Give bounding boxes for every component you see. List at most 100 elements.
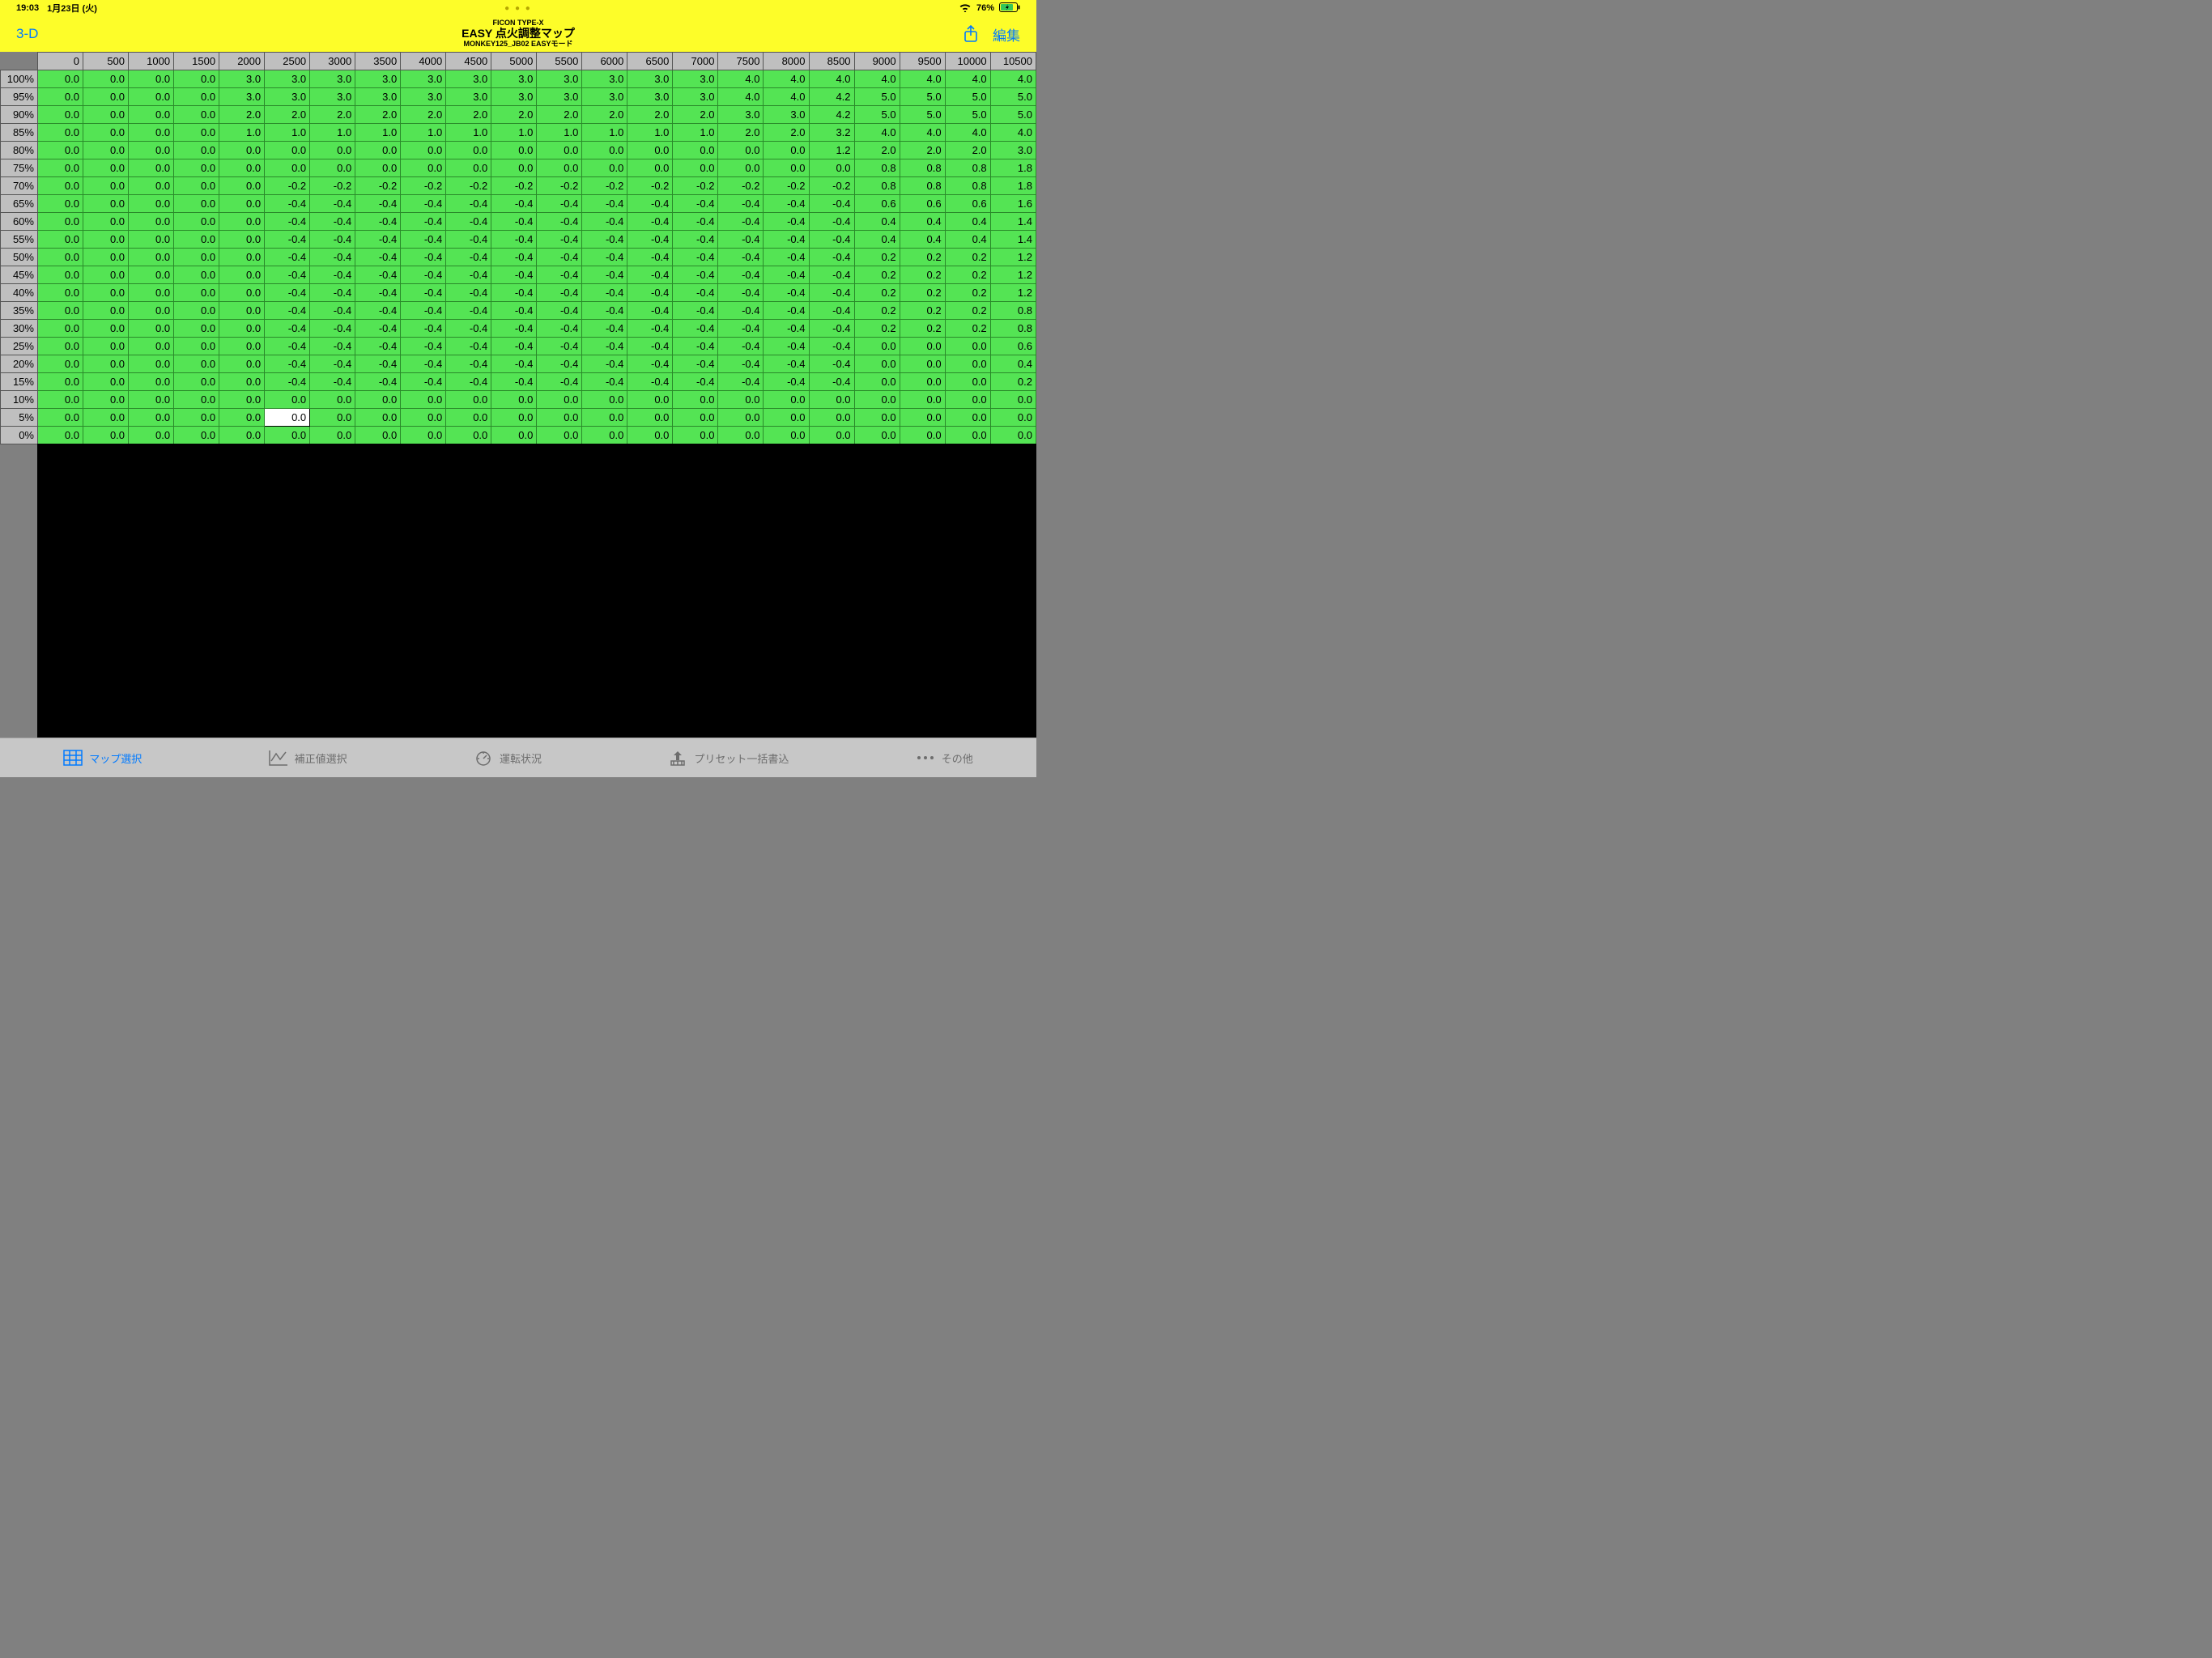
col-header[interactable]: 3000 [310,53,355,70]
map-cell[interactable]: 0.0 [900,427,945,444]
map-cell[interactable]: 0.0 [219,427,265,444]
map-cell[interactable]: 0.0 [83,409,129,427]
map-cell[interactable]: 3.0 [537,70,582,88]
map-cell[interactable]: -0.4 [764,355,809,373]
map-cell[interactable]: 0.0 [219,142,265,159]
map-cell[interactable]: 0.0 [174,249,219,266]
map-cell[interactable]: 3.0 [582,70,627,88]
map-cell[interactable]: 0.0 [537,142,582,159]
map-cell[interactable]: 0.6 [990,338,1036,355]
map-cell[interactable]: 3.0 [990,142,1036,159]
map-cell[interactable]: 0.0 [129,88,174,106]
map-cell[interactable]: -0.4 [355,284,401,302]
map-cell[interactable]: -0.2 [718,177,764,195]
map-cell[interactable]: 0.0 [582,142,627,159]
map-cell[interactable]: 0.0 [401,159,446,177]
map-cell[interactable]: -0.2 [401,177,446,195]
map-cell[interactable]: 0.0 [37,177,83,195]
map-cell[interactable]: -0.4 [355,195,401,213]
map-cell[interactable]: -0.4 [627,266,673,284]
map-cell[interactable]: 4.0 [764,70,809,88]
map-cell[interactable]: 0.0 [37,355,83,373]
map-cell[interactable]: 0.0 [37,231,83,249]
map-cell[interactable]: -0.2 [764,177,809,195]
map-cell[interactable]: -0.4 [355,355,401,373]
map-cell[interactable]: 0.0 [37,124,83,142]
map-cell[interactable]: 0.0 [37,195,83,213]
map-cell[interactable]: -0.2 [355,177,401,195]
map-cell[interactable]: 0.0 [219,159,265,177]
map-cell[interactable]: 0.0 [673,391,718,409]
map-cell[interactable]: 0.0 [355,427,401,444]
map-cell[interactable]: 4.2 [809,106,854,124]
col-header[interactable]: 10500 [990,53,1036,70]
tab-chart[interactable]: 補正値選択 [269,748,347,767]
map-cell[interactable]: 3.0 [310,88,355,106]
map-cell[interactable]: 0.0 [491,391,537,409]
map-cell[interactable]: 0.0 [809,427,854,444]
map-cell[interactable]: -0.4 [537,213,582,231]
map-cell[interactable]: 0.0 [83,142,129,159]
map-cell[interactable]: 0.0 [129,231,174,249]
map-cell[interactable]: 0.0 [83,70,129,88]
map-cell[interactable]: -0.4 [718,195,764,213]
map-cell[interactable]: 0.2 [945,302,990,320]
map-cell[interactable]: 0.0 [219,409,265,427]
map-cell[interactable]: -0.4 [401,213,446,231]
map-cell[interactable]: 0.2 [854,266,900,284]
map-cell[interactable]: 0.0 [219,266,265,284]
map-cell[interactable]: 0.0 [37,249,83,266]
map-cell[interactable]: 0.0 [945,355,990,373]
map-cell[interactable]: -0.4 [310,355,355,373]
map-cell[interactable]: -0.4 [809,284,854,302]
map-cell[interactable]: 0.0 [37,320,83,338]
map-cell[interactable]: 4.0 [990,70,1036,88]
map-cell[interactable]: 0.0 [174,106,219,124]
map-cell[interactable]: 0.0 [355,142,401,159]
map-cell[interactable]: 1.2 [809,142,854,159]
row-header[interactable]: 95% [1,88,38,106]
map-cell[interactable]: 0.8 [854,177,900,195]
map-cell[interactable]: 0.0 [627,142,673,159]
map-cell[interactable]: 0.4 [900,231,945,249]
map-cell[interactable]: 5.0 [990,106,1036,124]
map-cell[interactable]: -0.4 [310,231,355,249]
map-cell[interactable]: 0.0 [174,177,219,195]
map-cell[interactable]: 0.0 [718,409,764,427]
map-cell[interactable]: -0.4 [355,320,401,338]
map-cell[interactable]: -0.4 [627,284,673,302]
map-cell[interactable]: -0.4 [310,373,355,391]
map-cell[interactable]: -0.4 [355,249,401,266]
map-cell[interactable]: 0.0 [491,409,537,427]
map-cell[interactable]: -0.4 [764,302,809,320]
map-cell[interactable]: 3.0 [491,88,537,106]
row-header[interactable]: 85% [1,124,38,142]
map-cell[interactable]: -0.2 [627,177,673,195]
map-cell[interactable]: -0.4 [809,338,854,355]
map-cell[interactable]: 1.0 [627,124,673,142]
map-cell[interactable]: 0.0 [265,142,310,159]
map-cell[interactable]: -0.4 [401,195,446,213]
col-header[interactable]: 4500 [446,53,491,70]
map-cell[interactable]: 0.0 [37,391,83,409]
map-cell[interactable]: 0.0 [174,88,219,106]
map-cell[interactable]: -0.4 [446,266,491,284]
map-cell[interactable]: 3.0 [491,70,537,88]
row-header[interactable]: 90% [1,106,38,124]
map-cell[interactable]: 0.0 [219,249,265,266]
map-cell[interactable]: -0.2 [582,177,627,195]
map-cell[interactable]: 0.0 [83,231,129,249]
map-cell[interactable]: 0.0 [174,338,219,355]
map-cell[interactable]: 0.0 [900,338,945,355]
row-header[interactable]: 50% [1,249,38,266]
map-cell[interactable]: -0.4 [718,231,764,249]
map-cell[interactable]: 0.0 [174,391,219,409]
tab-grid[interactable]: マップ選択 [63,748,142,767]
map-cell[interactable]: -0.4 [627,231,673,249]
col-header[interactable]: 9500 [900,53,945,70]
map-cell[interactable]: 0.0 [627,159,673,177]
map-cell[interactable]: -0.4 [355,373,401,391]
map-cell[interactable]: 0.0 [129,142,174,159]
map-cell[interactable]: 0.0 [174,159,219,177]
map-cell[interactable]: 0.8 [990,302,1036,320]
